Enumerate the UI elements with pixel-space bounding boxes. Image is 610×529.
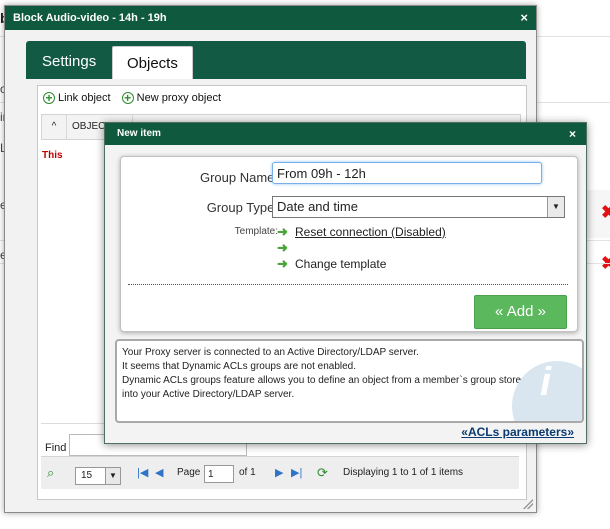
first-page-icon[interactable]: |◀ <box>137 457 148 489</box>
dynamic-acls-info-box: i Your Proxy server is connected to an A… <box>115 339 584 423</box>
tab-bar: Settings Objects <box>26 41 526 79</box>
group-type-label: Group Type: <box>206 200 278 215</box>
template-item[interactable]: ➜ Change template <box>277 256 386 272</box>
new-proxy-object-label: New proxy object <box>136 92 222 104</box>
info-line: into your Active Directory/LDAP server. <box>122 389 295 400</box>
page-size-value: 15 <box>81 470 93 481</box>
arrow-right-icon: ➜ <box>277 224 288 239</box>
resize-handle[interactable] <box>523 499 533 509</box>
template-label: Template: <box>234 226 278 237</box>
sort-icon[interactable]: ^ <box>42 115 67 139</box>
link-object-label: Link object <box>58 92 111 104</box>
last-page-icon[interactable]: ▶| <box>291 457 302 489</box>
tab-objects[interactable]: Objects <box>112 46 193 79</box>
page-label: Page <box>177 467 201 478</box>
chevron-down-icon: ▼ <box>105 468 120 484</box>
search-icon[interactable]: ⌕ <box>47 457 54 489</box>
new-proxy-object-button[interactable]: + New proxy object <box>121 92 222 104</box>
arrow-right-icon: ➜ <box>277 256 288 271</box>
add-button[interactable]: « Add » <box>474 295 567 329</box>
window-title: Block Audio-video - 14h - 19h <box>13 12 167 24</box>
group-type-select[interactable]: Date and time ▼ <box>272 196 565 218</box>
next-page-icon[interactable]: ▶ <box>275 457 283 489</box>
group-name-label: Group Name: <box>199 170 278 185</box>
new-item-dialog: New item × Group Name: From 09h - 12h Gr… <box>104 122 587 444</box>
reset-connection-link[interactable]: Reset connection (Disabled) <box>295 225 446 239</box>
add-icon: + <box>43 92 55 104</box>
close-icon[interactable]: × <box>569 123 576 145</box>
form-divider <box>128 284 568 285</box>
dialog-title: New item <box>117 128 161 139</box>
page-total-label: of 1 <box>239 467 256 478</box>
tab-settings[interactable]: Settings <box>28 45 110 79</box>
template-item[interactable]: ➜ <box>277 240 295 256</box>
dialog-title-bar[interactable]: New item × <box>105 123 586 145</box>
arrow-right-icon: ➜ <box>277 240 288 255</box>
page-number-input[interactable]: 1 <box>204 465 234 483</box>
info-line: Your Proxy server is connected to an Act… <box>122 347 419 358</box>
page-size-select[interactable]: 15 ▼ <box>75 467 121 485</box>
change-template-label[interactable]: Change template <box>295 257 386 271</box>
pagination-bar: ⌕ 15 ▼ |◀ ◀ Page 1 of 1 ▶ ▶| ⟳ Displayin… <box>41 456 519 489</box>
info-line: Dynamic ACLs groups feature allows you t… <box>122 375 527 386</box>
add-icon: + <box>121 92 134 104</box>
acls-parameters-link[interactable]: «ACLs parameters» <box>461 425 574 439</box>
displaying-status: Displaying 1 to 1 of 1 items <box>343 467 464 478</box>
group-type-value: Date and time <box>277 199 358 214</box>
delete-icon[interactable]: ✖ <box>601 203 610 221</box>
table-row[interactable]: This <box>42 150 63 161</box>
new-item-form: Group Name: From 09h - 12h Group Type: D… <box>120 156 578 332</box>
previous-page-icon[interactable]: ◀ <box>155 457 163 489</box>
template-item[interactable]: ➜ Reset connection (Disabled) <box>277 224 446 240</box>
chevron-down-icon: ▼ <box>547 197 564 217</box>
group-name-input[interactable]: From 09h - 12h <box>272 162 542 184</box>
link-object-button[interactable]: + Link object <box>43 92 111 104</box>
find-label: Find <box>45 442 67 454</box>
info-line: It seems that Dynamic ACLs groups are no… <box>122 361 357 372</box>
refresh-icon[interactable]: ⟳ <box>317 457 328 489</box>
objects-toolbar: + Link object + New proxy object <box>43 92 229 108</box>
close-icon[interactable]: × <box>520 6 528 30</box>
window-title-bar[interactable]: Block Audio-video - 14h - 19h × <box>5 6 536 30</box>
